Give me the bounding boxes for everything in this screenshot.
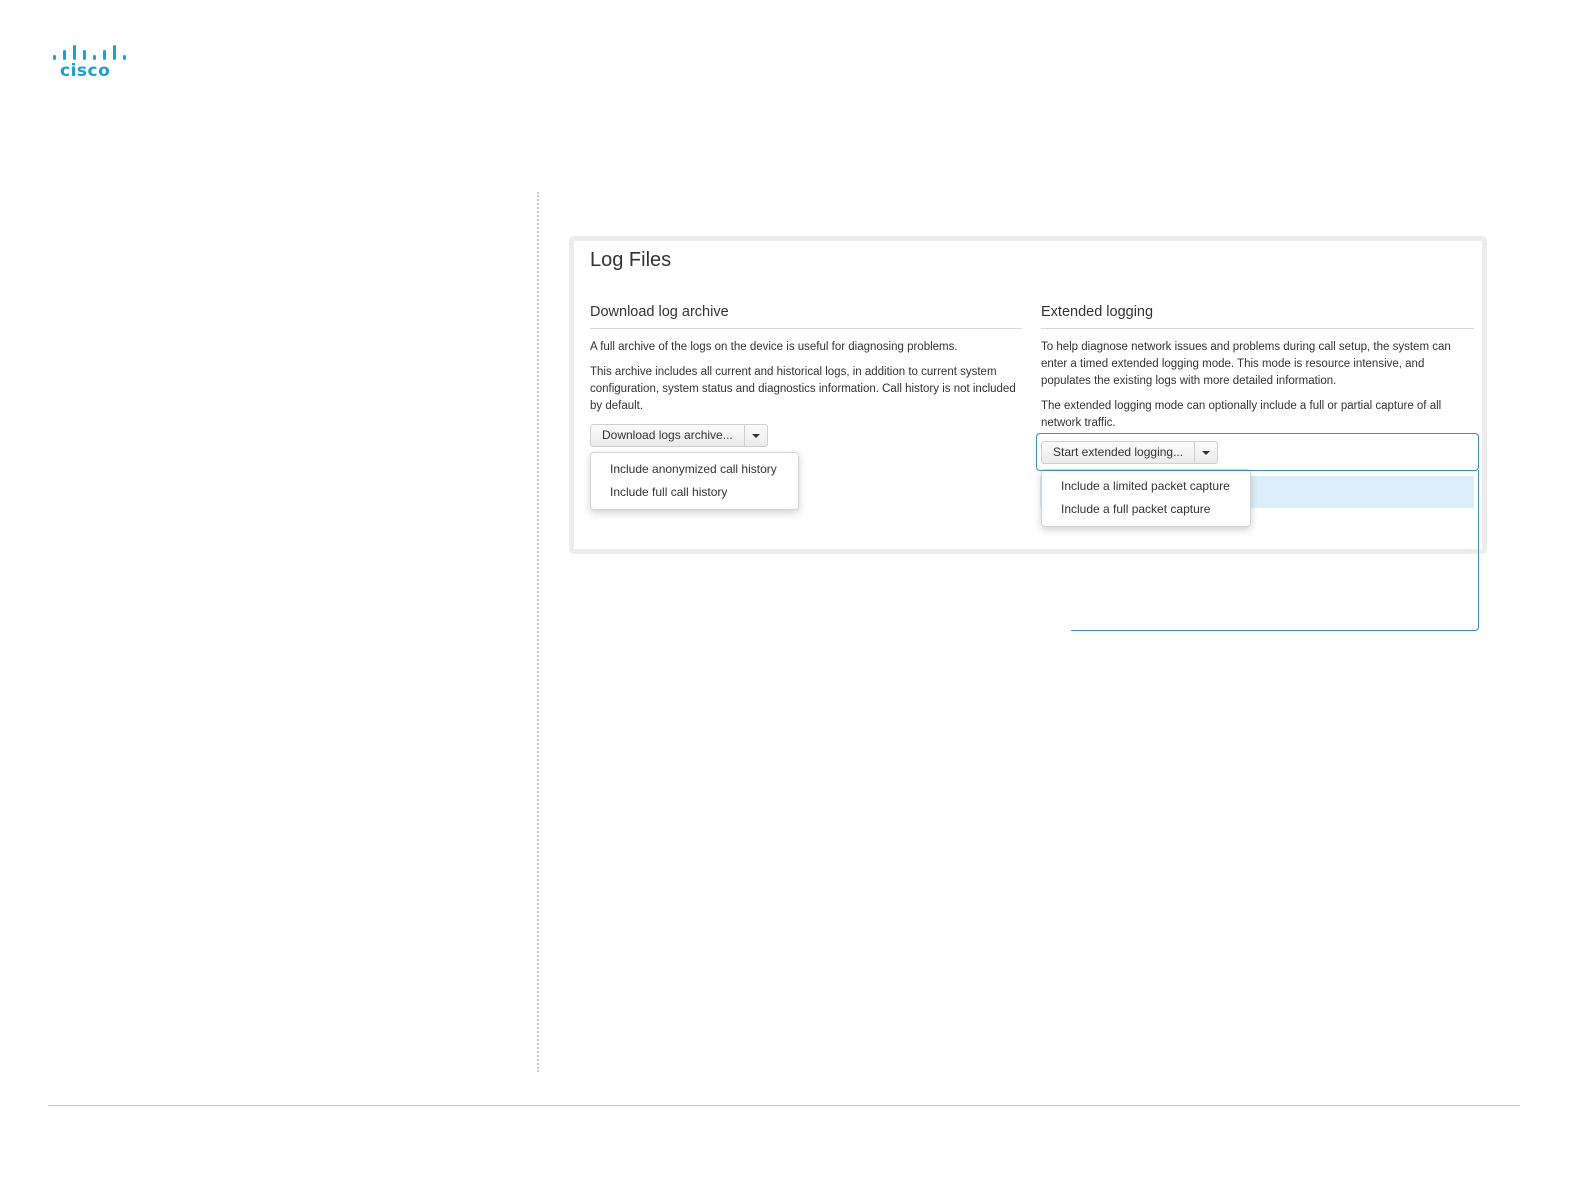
extended-logging-para-2: The extended logging mode can optionally…	[1041, 400, 1442, 429]
dotted-divider	[537, 192, 539, 1072]
logo-bars	[53, 42, 127, 60]
cisco-logo-icon: cisco	[53, 42, 127, 81]
download-logs-button[interactable]: Download logs archive...	[591, 425, 745, 446]
download-archive-heading: Download log archive	[590, 304, 729, 320]
heading-rule	[1041, 328, 1474, 329]
download-archive-para-2: This archive includes all current and hi…	[590, 366, 1016, 412]
heading-rule	[590, 328, 1022, 329]
callout-box	[1036, 433, 1479, 471]
extended-logging-para-1: To help diagnose network issues and prob…	[1041, 341, 1451, 387]
download-logs-split-button: Download logs archive...	[590, 424, 768, 447]
menu-item-anonymized-history[interactable]: Include anonymized call history	[591, 458, 798, 481]
panel-title: Log Files	[590, 249, 672, 271]
callout-leader-line	[1071, 470, 1479, 631]
download-logs-menu: Include anonymized call history Include …	[590, 452, 799, 510]
menu-item-full-history[interactable]: Include full call history	[591, 481, 798, 504]
chevron-down-icon	[751, 433, 760, 438]
logo-wordmark: cisco	[60, 61, 111, 81]
extended-logging-heading: Extended logging	[1041, 304, 1154, 320]
footer-rule	[48, 1105, 1520, 1106]
download-logs-dropdown-toggle[interactable]	[745, 425, 767, 446]
download-archive-para-1: A full archive of the logs on the device…	[590, 341, 958, 353]
